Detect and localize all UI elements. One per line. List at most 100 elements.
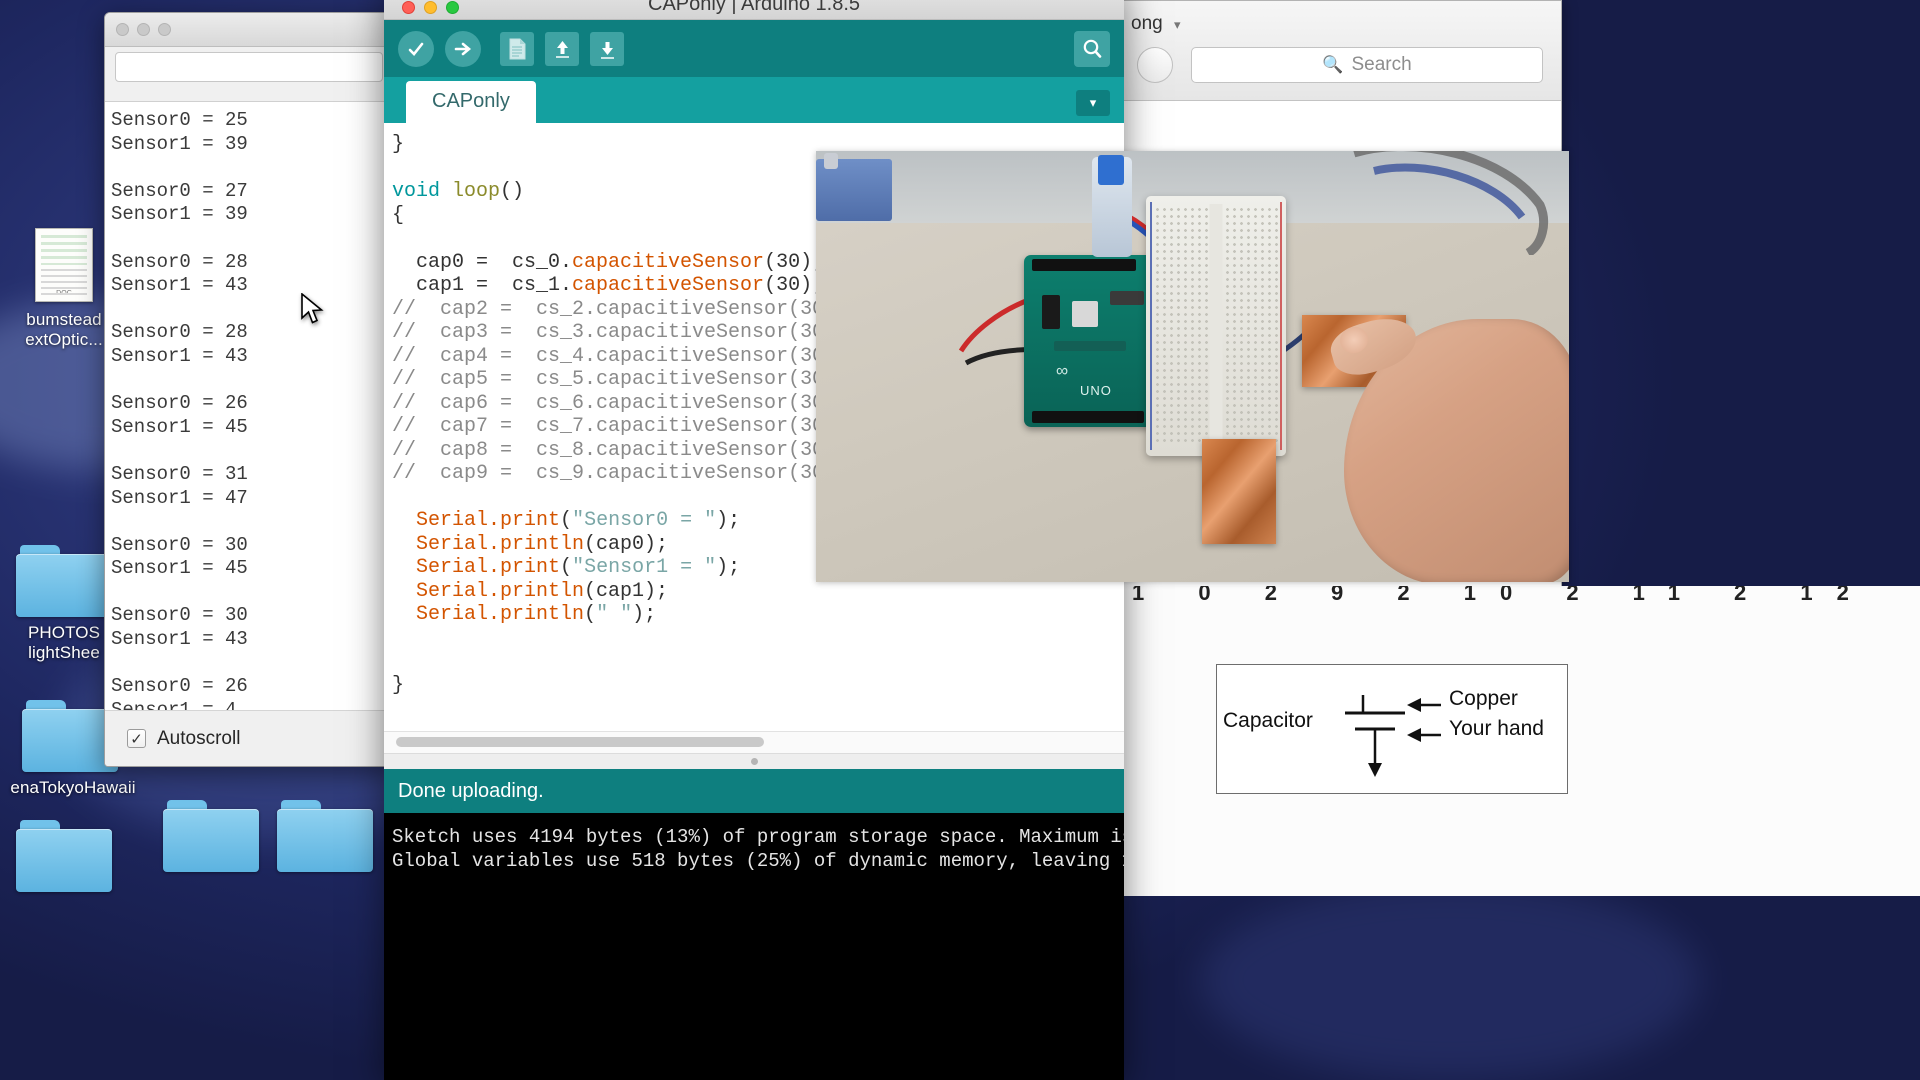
maximize-button[interactable] bbox=[158, 23, 171, 36]
ide-titlebar[interactable]: CAPonly | Arduino 1.8.5 bbox=[384, 0, 1124, 20]
serial-log-line: Sensor1 = 45 bbox=[111, 415, 248, 438]
desktop-icon-folder-b[interactable] bbox=[152, 800, 270, 878]
language-select[interactable]: ong ▾ bbox=[1131, 13, 1181, 35]
code-token: cap0 = cs_0. bbox=[392, 250, 573, 274]
code-token: { bbox=[392, 203, 405, 227]
serial-log-line: Sensor1 = 4 bbox=[111, 698, 237, 710]
desktop-icon-folder-c[interactable] bbox=[266, 800, 384, 878]
serial-log-line: Sensor1 = 39 bbox=[111, 132, 248, 155]
new-sketch-button[interactable] bbox=[500, 31, 534, 66]
code-token: Serial.println bbox=[416, 532, 585, 556]
new-file-icon bbox=[509, 38, 525, 59]
code-token: "Sensor0 = " bbox=[572, 509, 717, 532]
console-line: Global variables use 518 bytes (25%) of … bbox=[392, 850, 1124, 872]
code-token: // cap9 = cs_9.capacitiveSensor(30); bbox=[392, 462, 849, 485]
tab-caponly[interactable]: CAPonly bbox=[406, 81, 536, 123]
ide-tab-bar: CAPonly ▾ bbox=[384, 77, 1124, 123]
serial-log-line: Sensor0 = 26 bbox=[111, 392, 248, 415]
code-line: } bbox=[392, 674, 1124, 698]
panel-resize-handle[interactable] bbox=[384, 753, 1124, 769]
arrow-up-icon bbox=[555, 40, 569, 58]
save-sketch-button[interactable] bbox=[590, 31, 624, 66]
folder-icon bbox=[16, 820, 112, 892]
minimize-button[interactable] bbox=[137, 23, 150, 36]
autoscroll-checkbox[interactable]: ✓ bbox=[127, 729, 146, 748]
serial-monitor-titlebar[interactable] bbox=[105, 13, 393, 47]
serial-monitor-button[interactable] bbox=[1074, 31, 1110, 67]
serial-log-line: Sensor0 = 28 bbox=[111, 321, 248, 344]
verify-button[interactable] bbox=[398, 30, 434, 67]
window-controls bbox=[402, 1, 459, 14]
arduino-wordmark: ∞ bbox=[1056, 361, 1070, 380]
code-token: // cap7 = cs_7.capacitiveSensor(30); bbox=[392, 415, 849, 438]
arrow-down-icon bbox=[600, 41, 614, 59]
magnifier-icon bbox=[1083, 39, 1102, 58]
browser-toolbar: ong ▾ 🔍 Search bbox=[1113, 1, 1561, 101]
breadboard bbox=[1146, 196, 1286, 456]
ide-toolbar bbox=[384, 20, 1124, 77]
code-token: capacitiveSensor bbox=[572, 250, 765, 274]
serial-log-line: Sensor1 = 43 bbox=[111, 628, 248, 651]
serial-log-line: Sensor1 = 43 bbox=[111, 344, 248, 367]
code-token: } bbox=[392, 673, 405, 697]
profile-button[interactable] bbox=[1137, 47, 1173, 83]
code-token: Serial.print bbox=[416, 556, 561, 579]
capacitor-label: Capacitor bbox=[1223, 709, 1313, 732]
serial-send-row bbox=[105, 47, 393, 87]
tab-dropdown-button[interactable]: ▾ bbox=[1076, 90, 1110, 116]
checkmark-icon: ✓ bbox=[130, 730, 143, 748]
code-token: ( bbox=[560, 509, 573, 532]
close-button[interactable] bbox=[402, 1, 415, 14]
maximize-button[interactable] bbox=[446, 1, 459, 14]
code-token: ( bbox=[584, 603, 597, 626]
serial-log-line: Sensor0 = 26 bbox=[111, 675, 248, 698]
horizontal-scrollbar[interactable] bbox=[396, 737, 764, 747]
arrow-right-icon bbox=[454, 42, 472, 55]
code-token: loop bbox=[452, 180, 501, 203]
arduino-uno-board: ∞ UNO bbox=[1024, 255, 1162, 427]
close-button[interactable] bbox=[116, 23, 129, 36]
code-token: () bbox=[500, 180, 525, 203]
serial-log-line: Sensor0 = 30 bbox=[111, 604, 248, 627]
serial-log-line: Sensor0 = 25 bbox=[111, 109, 248, 131]
serial-log-line bbox=[111, 581, 393, 605]
code-token: ); bbox=[632, 603, 657, 626]
code-token: capacitiveSensor bbox=[572, 274, 765, 297]
serial-send-input[interactable] bbox=[115, 52, 383, 82]
code-line: Serial.println(" "); bbox=[392, 603, 1124, 627]
minimize-button[interactable] bbox=[424, 1, 437, 14]
search-input[interactable]: 🔍 Search bbox=[1191, 47, 1543, 83]
serial-log-line bbox=[111, 227, 393, 251]
status-message: Done uploading. bbox=[398, 779, 544, 802]
serial-log-line bbox=[111, 369, 393, 393]
code-token: " " bbox=[596, 603, 633, 626]
serial-log-line: Sensor0 = 28 bbox=[111, 250, 248, 273]
diagram-pin-numbers: 1 0 2 9 2 10 2 11 2 12 bbox=[1132, 586, 1873, 605]
serial-log-line: Sensor0 = 31 bbox=[111, 462, 248, 485]
chevron-down-icon: ▾ bbox=[1173, 17, 1181, 32]
your-hand-label: Your hand bbox=[1449, 717, 1544, 740]
code-token: cap1 = cs_1. bbox=[392, 274, 573, 297]
upload-button[interactable] bbox=[445, 30, 481, 67]
autoscroll-label: Autoscroll bbox=[157, 727, 241, 749]
code-token: (cap1); bbox=[584, 579, 669, 603]
serial-log-line bbox=[111, 156, 393, 180]
folder-icon bbox=[277, 800, 373, 872]
code-token: // cap5 = cs_5.capacitiveSensor(30); bbox=[392, 368, 849, 391]
open-sketch-button[interactable] bbox=[545, 31, 579, 66]
code-token: // cap4 = cs_4.capacitiveSensor(30); bbox=[392, 344, 849, 368]
desktop-icon-folder-a[interactable] bbox=[5, 820, 123, 898]
serial-log-line: Sensor0 = 27 bbox=[111, 179, 248, 202]
code-token: ); bbox=[716, 556, 741, 579]
check-icon bbox=[408, 42, 424, 56]
serial-monitor-footer: ✓ Autoscroll bbox=[105, 710, 393, 766]
console-line: Sketch uses 4194 bytes (13%) of program … bbox=[392, 826, 1124, 848]
serial-monitor-window[interactable]: Sensor0 = 25 Sensor1 = 39 Sensor0 = 27 Sen… bbox=[104, 12, 394, 767]
document-thumbnail-label: DOC bbox=[56, 289, 72, 297]
desktop-icon-label: enaTokyoHawaii bbox=[10, 778, 136, 797]
